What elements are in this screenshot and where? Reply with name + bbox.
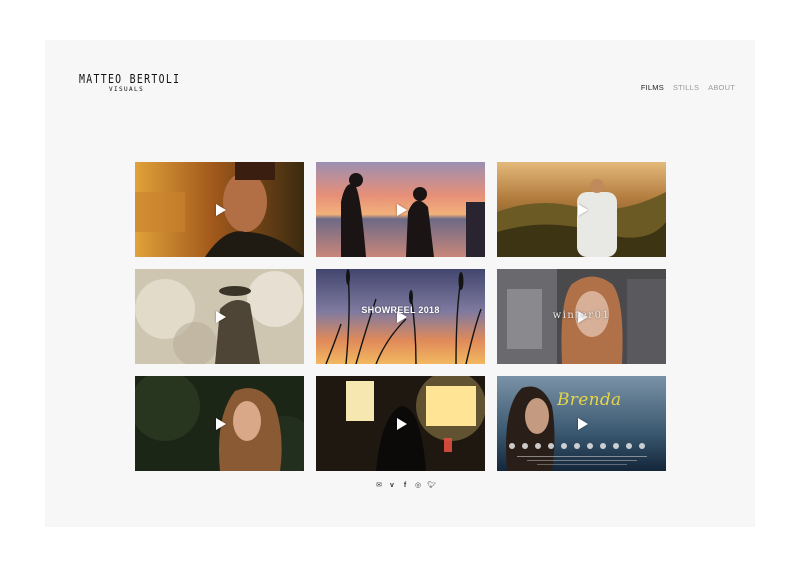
film-tile-1[interactable] <box>135 162 304 257</box>
film-tile-4[interactable] <box>135 269 304 364</box>
play-icon <box>215 203 226 216</box>
nav-about[interactable]: ABOUT <box>708 83 735 92</box>
play-icon <box>577 203 588 216</box>
film-caption-5: SHOWREEL 2018 <box>361 305 440 315</box>
film-tile-9[interactable]: Brenda <box>497 376 666 471</box>
film-tile-8[interactable] <box>316 376 485 471</box>
play-icon <box>215 310 226 323</box>
film-caption-6: winter01 <box>552 310 611 321</box>
film-tile-2[interactable] <box>316 162 485 257</box>
nav-films[interactable]: FILMS <box>641 83 664 92</box>
main-nav: FILMS STILLS ABOUT <box>641 83 735 92</box>
film-caption-9: Brenda <box>557 390 622 410</box>
twitter-icon[interactable]: 🐦︎ <box>427 482 436 490</box>
play-icon <box>577 417 588 430</box>
mail-icon[interactable]: ✉ <box>375 482 383 490</box>
logo-subtitle: VISUALS <box>109 86 145 93</box>
site-logo[interactable]: MATTEO BERTOLI VISUALS <box>79 72 203 94</box>
film-tile-6[interactable]: winter01 <box>497 269 666 364</box>
film-tile-7[interactable] <box>135 376 304 471</box>
facebook-icon[interactable]: f <box>401 482 409 490</box>
play-icon <box>215 417 226 430</box>
film-tile-5[interactable]: SHOWREEL 2018 <box>316 269 485 364</box>
vimeo-icon[interactable]: v <box>388 482 396 490</box>
play-icon <box>396 203 407 216</box>
page-container: MATTEO BERTOLI VISUALS FILMS STILLS ABOU… <box>45 40 755 527</box>
nav-stills[interactable]: STILLS <box>673 83 699 92</box>
film-tile-3[interactable] <box>497 162 666 257</box>
instagram-icon[interactable]: ◎ <box>414 482 422 490</box>
social-links: ✉ v f ◎ 🐦︎ <box>375 482 436 490</box>
films-grid: SHOWREEL 2018 winter01 Brenda <box>135 162 666 471</box>
logo-name: MATTEO BERTOLI <box>79 72 181 86</box>
play-icon <box>396 417 407 430</box>
